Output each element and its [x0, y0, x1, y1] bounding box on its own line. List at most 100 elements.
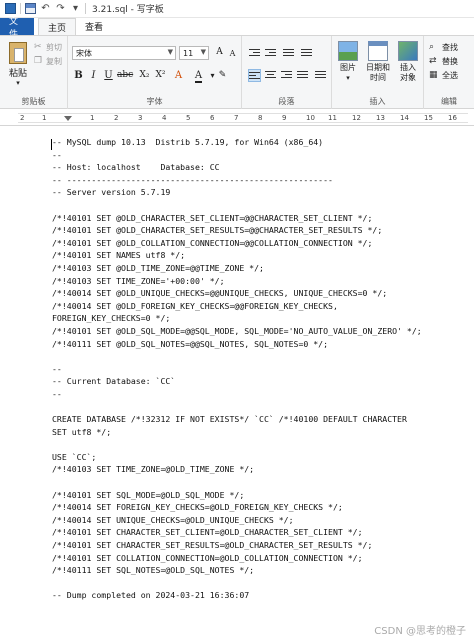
customize-toolbar-icon[interactable]: ▾	[70, 3, 81, 14]
document-line: -- Current Database: `CC`	[52, 376, 176, 387]
document-line: /*!40014 SET @OLD_FOREIGN_KEY_CHECKS=@@F…	[52, 300, 338, 311]
calendar-icon	[368, 41, 388, 61]
document-line: SET utf8 */;	[52, 426, 112, 437]
chevron-down-icon: ▾	[346, 74, 350, 82]
find-label: 查找	[442, 42, 458, 52]
object-label-1: 插入	[400, 63, 416, 72]
ruler-track: 2 1 1 2 3 4 5 6 7 8 9 10 11 12 13 14 15 …	[18, 113, 468, 123]
document-area[interactable]: -- MySQL dump 10.13 Distrib 5.7.19, for …	[0, 127, 474, 643]
replace-button[interactable]: ⇄ 替换	[429, 55, 458, 67]
object-icon	[398, 41, 418, 61]
ruler-number: 2	[114, 114, 119, 122]
ribbon: 粘贴 ▾ ✂ 剪切 ❐ 复制 剪贴板 宋体 ▼ 11 ▼ A A B I U a…	[0, 35, 474, 109]
indent-marker[interactable]	[64, 116, 72, 121]
subscript-button[interactable]: X₂	[138, 69, 151, 82]
datetime-label-2: 时间	[370, 73, 386, 82]
shrink-font-button[interactable]: A	[226, 47, 239, 60]
insert-group-label: 插入	[369, 97, 386, 106]
document-line: /*!40101 SET COLLATION_CONNECTION=@OLD_C…	[52, 552, 363, 563]
chevron-down-icon: ▼	[167, 48, 173, 56]
ruler-number: 6	[210, 114, 215, 122]
document-line: -- Server version 5.7.19	[52, 187, 171, 198]
ruler-number: 2	[20, 114, 25, 122]
justify-button[interactable]	[296, 69, 309, 82]
font-size-select[interactable]: 11 ▼	[179, 46, 209, 60]
select-all-label: 全选	[442, 70, 458, 80]
document-line: -- Dump completed on 2024-03-21 16:36:07	[52, 590, 250, 601]
insert-object-button[interactable]: 插入 对象	[394, 41, 422, 83]
document-line: /*!40101 SET @OLD_CHARACTER_SET_CLIENT=@…	[52, 212, 373, 223]
paste-button[interactable]: 粘贴 ▾	[4, 40, 32, 87]
document-line: /*!40103 SET @OLD_TIME_ZONE=@@TIME_ZONE …	[52, 262, 264, 273]
text-highlight-button[interactable]: A	[172, 69, 185, 82]
ruler-number: 4	[162, 114, 167, 122]
document-line: FOREIGN_KEY_CHECKS=0 */;	[52, 313, 171, 324]
line-spacing-button[interactable]	[300, 47, 313, 60]
tab-home[interactable]: 主页	[38, 18, 77, 35]
align-center-button[interactable]	[264, 69, 277, 82]
copy-button[interactable]: ❐ 复制	[34, 55, 62, 67]
chevron-down-icon: ▼	[200, 48, 206, 56]
document-text[interactable]: -- MySQL dump 10.13 Distrib 5.7.19, for …	[52, 136, 467, 602]
paste-label: 粘贴	[8, 69, 27, 79]
bullet-list-button[interactable]	[282, 47, 295, 60]
document-line: CREATE DATABASE /*!32312 IF NOT EXISTS*/…	[52, 414, 407, 425]
font-family-value: 宋体	[76, 48, 92, 58]
bold-button[interactable]: B	[72, 69, 85, 82]
cut-button[interactable]: ✂ 剪切	[34, 41, 62, 53]
ruler-number: 5	[186, 114, 191, 122]
font-size-value: 11	[183, 48, 194, 58]
ruler-number: 1	[90, 114, 95, 122]
font-family-select[interactable]: 宋体 ▼	[72, 46, 176, 60]
document-line: /*!40103 SET TIME_ZONE=@OLD_TIME_ZONE */…	[52, 464, 255, 475]
font-color-button[interactable]: A	[192, 69, 205, 83]
select-all-button[interactable]: ▦ 全选	[429, 69, 458, 81]
font-group: 宋体 ▼ 11 ▼ A A B I U abc X₂ X² A A ▾ ✎ 字体	[68, 36, 242, 109]
document-line: USE `CC`;	[52, 451, 97, 462]
align-right-button[interactable]	[280, 69, 293, 82]
ruler-number: 15	[424, 114, 433, 122]
object-label-2: 对象	[400, 73, 416, 82]
wordpad-app-icon[interactable]	[5, 3, 16, 14]
insert-group: 图片 ▾ 日期和 时间 插入 对象 插入	[332, 36, 424, 109]
document-line: -- Host: localhost Database: CC	[52, 162, 220, 173]
font-group-label: 字体	[146, 97, 163, 106]
insert-picture-button[interactable]: 图片 ▾	[334, 41, 362, 83]
ruler-number: 3	[138, 114, 143, 122]
binoculars-icon: ⌕	[429, 42, 435, 52]
align-left-button[interactable]	[248, 69, 261, 82]
ruler[interactable]: 2 1 1 2 3 4 5 6 7 8 9 10 11 12 13 14 15 …	[0, 110, 474, 126]
editing-group-label: 编辑	[441, 97, 457, 106]
increase-indent-button[interactable]	[264, 47, 277, 60]
save-icon[interactable]	[25, 3, 36, 14]
strikethrough-button[interactable]: abc	[117, 69, 133, 82]
replace-icon: ⇄	[429, 56, 437, 66]
copy-label: 复制	[46, 56, 62, 66]
undo-icon[interactable]: ↶	[40, 3, 51, 14]
grow-font-button[interactable]: A	[213, 46, 226, 59]
pencil-icon[interactable]: ✎	[216, 69, 229, 82]
title-bar: ↶ ↷ ▾ 3.21.sql - 写字板	[0, 0, 474, 18]
ruler-number: 12	[352, 114, 361, 122]
clipboard-icon	[9, 42, 27, 64]
redo-icon[interactable]: ↷	[55, 3, 66, 14]
superscript-button[interactable]: X²	[154, 69, 167, 82]
insert-datetime-button[interactable]: 日期和 时间	[364, 41, 392, 83]
tab-file[interactable]: 文件	[0, 17, 34, 40]
watermark: CSDN @思考的橙子	[374, 626, 466, 637]
document-line: -- MySQL dump 10.13 Distrib 5.7.19, for …	[52, 137, 324, 147]
paragraph-settings-button[interactable]	[314, 69, 327, 82]
document-line: --	[52, 388, 62, 399]
underline-button[interactable]: U	[102, 69, 115, 82]
editing-group: ⌕ 查找 ⇄ 替换 ▦ 全选 编辑	[424, 36, 474, 109]
document-line: /*!40014 SET @OLD_UNIQUE_CHECKS=@@UNIQUE…	[52, 288, 388, 299]
tab-view[interactable]: 查看	[76, 18, 112, 35]
italic-button[interactable]: I	[87, 69, 100, 82]
decrease-indent-button[interactable]	[248, 47, 261, 60]
document-line: /*!40101 SET @OLD_CHARACTER_SET_RESULTS=…	[52, 225, 383, 236]
find-button[interactable]: ⌕ 查找	[429, 41, 458, 53]
paragraph-group: 段落	[242, 36, 332, 109]
